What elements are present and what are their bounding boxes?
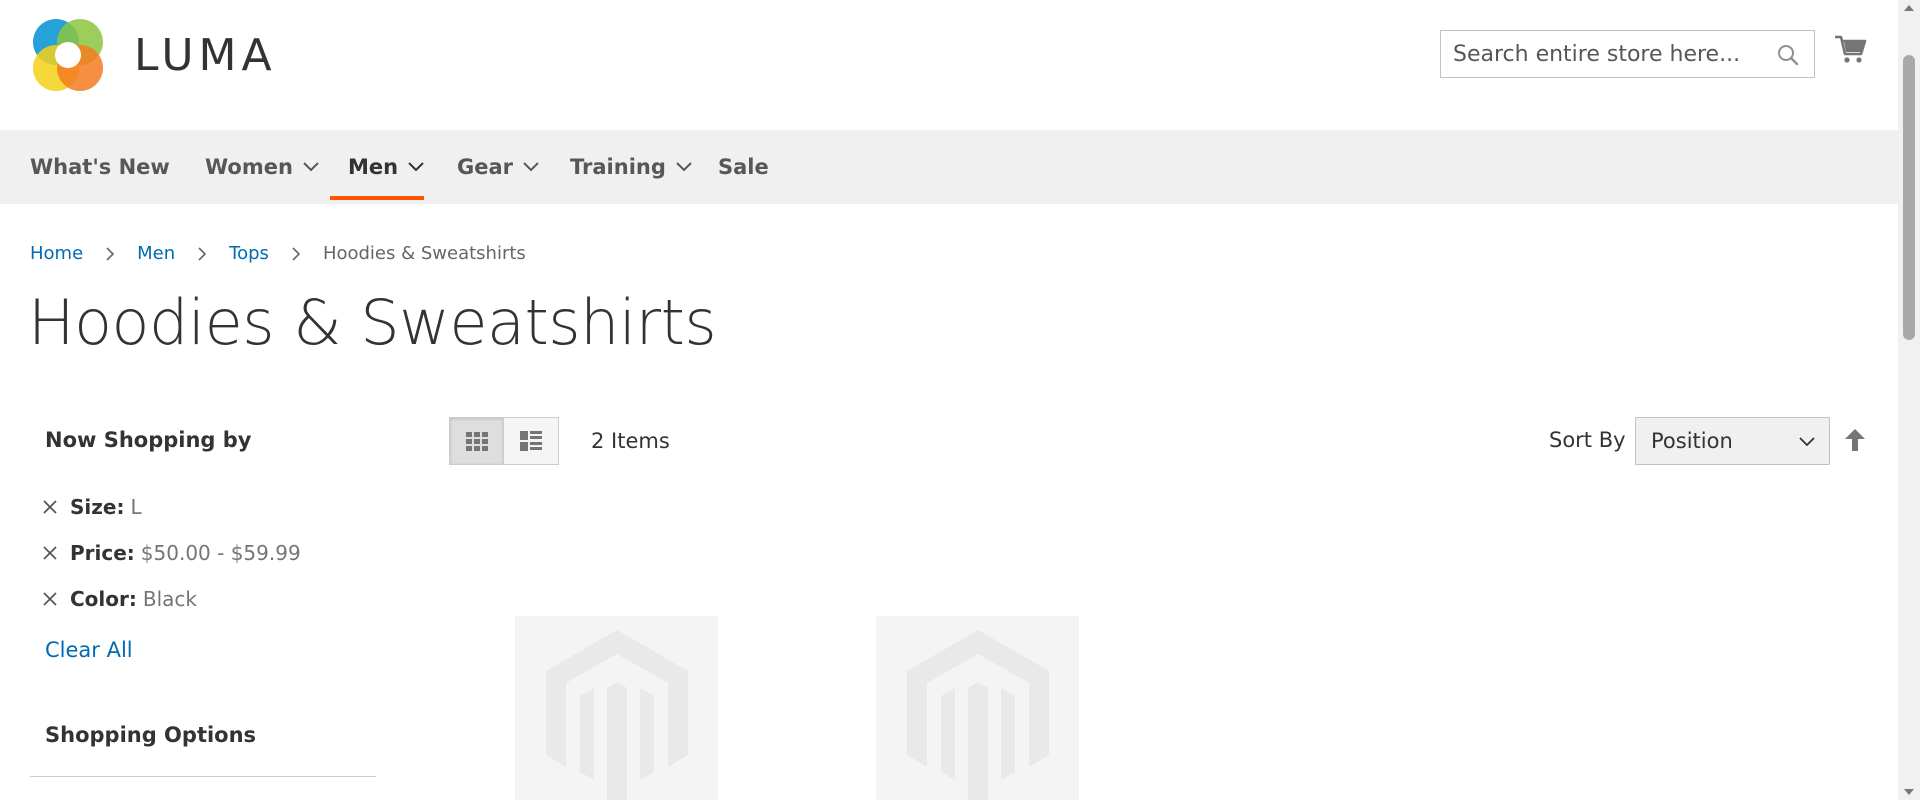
chevron-down-icon: [676, 162, 692, 172]
chevron-down-icon: [1799, 437, 1815, 447]
nav-item-label: Sale: [718, 155, 769, 179]
remove-filter-icon[interactable]: [42, 591, 58, 607]
nav-item-women[interactable]: Women: [205, 130, 319, 204]
nav-item-label: What's New: [30, 155, 170, 179]
filter-value: Black: [142, 587, 197, 611]
toolbar-items-count: 2 Items: [591, 429, 670, 453]
breadcrumb-link-tops[interactable]: Tops: [229, 243, 269, 264]
grid-icon: [465, 432, 488, 451]
active-filter-color: Color: Black: [42, 587, 197, 611]
view-mode-switcher: [449, 417, 559, 465]
search-box[interactable]: [1440, 30, 1815, 78]
chevron-down-icon: [408, 162, 424, 172]
luma-logo-icon: [33, 19, 103, 91]
chevron-right-icon: [106, 246, 115, 261]
remove-filter-icon[interactable]: [42, 499, 58, 515]
nav-item-men[interactable]: Men: [348, 130, 424, 204]
nav-item-label: Men: [348, 155, 399, 179]
active-filter-price: Price: $50.00 - $59.99: [42, 541, 301, 565]
search-input[interactable]: [1441, 31, 1814, 77]
scroll-up-arrow-icon[interactable]: [1903, 4, 1915, 12]
filter-label: Size:: [70, 495, 125, 519]
filter-label: Price:: [70, 541, 135, 565]
magento-logo-icon: [546, 630, 688, 800]
sort-by-selected-value: Position: [1651, 429, 1733, 453]
sidebar-divider: [30, 776, 376, 777]
sort-direction-arrow-up-icon[interactable]: [1844, 428, 1866, 452]
shopping-options-title: Shopping Options: [45, 723, 257, 747]
magento-logo-icon: [907, 630, 1049, 800]
scroll-down-arrow-icon[interactable]: [1903, 788, 1915, 796]
product-image-placeholder[interactable]: [515, 616, 718, 800]
sort-by-select[interactable]: Position: [1635, 417, 1830, 465]
main-navigation: What's New Women Men Gear Training Sale: [0, 130, 1898, 204]
filter-value: L: [130, 495, 142, 519]
chevron-down-icon: [523, 162, 539, 172]
remove-filter-icon[interactable]: [42, 545, 58, 561]
chevron-right-icon: [198, 246, 207, 261]
shopping-cart-icon[interactable]: [1833, 32, 1867, 66]
breadcrumb-link-home[interactable]: Home: [30, 243, 83, 264]
product-image-placeholder[interactable]: [876, 616, 1079, 800]
page-scrollbar[interactable]: [1898, 0, 1920, 800]
nav-item-gear[interactable]: Gear: [457, 130, 539, 204]
grid-view-button[interactable]: [449, 417, 504, 465]
page-title: Hoodies & Sweatshirts: [28, 286, 717, 359]
store-logo[interactable]: LUMA: [30, 17, 277, 93]
site-header: LUMA: [0, 0, 1898, 130]
nav-item-sale[interactable]: Sale: [718, 130, 769, 204]
clear-all-filters-link[interactable]: Clear All: [45, 638, 133, 662]
chevron-down-icon: [303, 162, 319, 172]
nav-item-label: Training: [570, 155, 666, 179]
list-view-button[interactable]: [504, 417, 559, 465]
breadcrumb: Home Men Tops Hoodies & Sweatshirts: [30, 243, 526, 264]
scrollbar-thumb[interactable]: [1903, 55, 1915, 340]
chevron-right-icon: [292, 246, 301, 261]
nav-item-label: Gear: [457, 155, 514, 179]
sort-by-label: Sort By: [1549, 428, 1626, 452]
now-shopping-title: Now Shopping by: [45, 428, 252, 452]
filter-label: Color:: [70, 587, 137, 611]
search-icon[interactable]: [1776, 43, 1800, 67]
active-filter-size: Size: L: [42, 495, 142, 519]
breadcrumb-link-men[interactable]: Men: [137, 243, 175, 264]
nav-item-whats-new[interactable]: What's New: [30, 130, 170, 204]
nav-item-training[interactable]: Training: [570, 130, 692, 204]
nav-item-label: Women: [205, 155, 293, 179]
filter-value: $50.00 - $59.99: [140, 541, 301, 565]
list-icon: [520, 431, 542, 451]
nav-active-indicator: [330, 196, 424, 200]
breadcrumb-current: Hoodies & Sweatshirts: [322, 243, 526, 264]
brand-name: LUMA: [134, 29, 277, 81]
